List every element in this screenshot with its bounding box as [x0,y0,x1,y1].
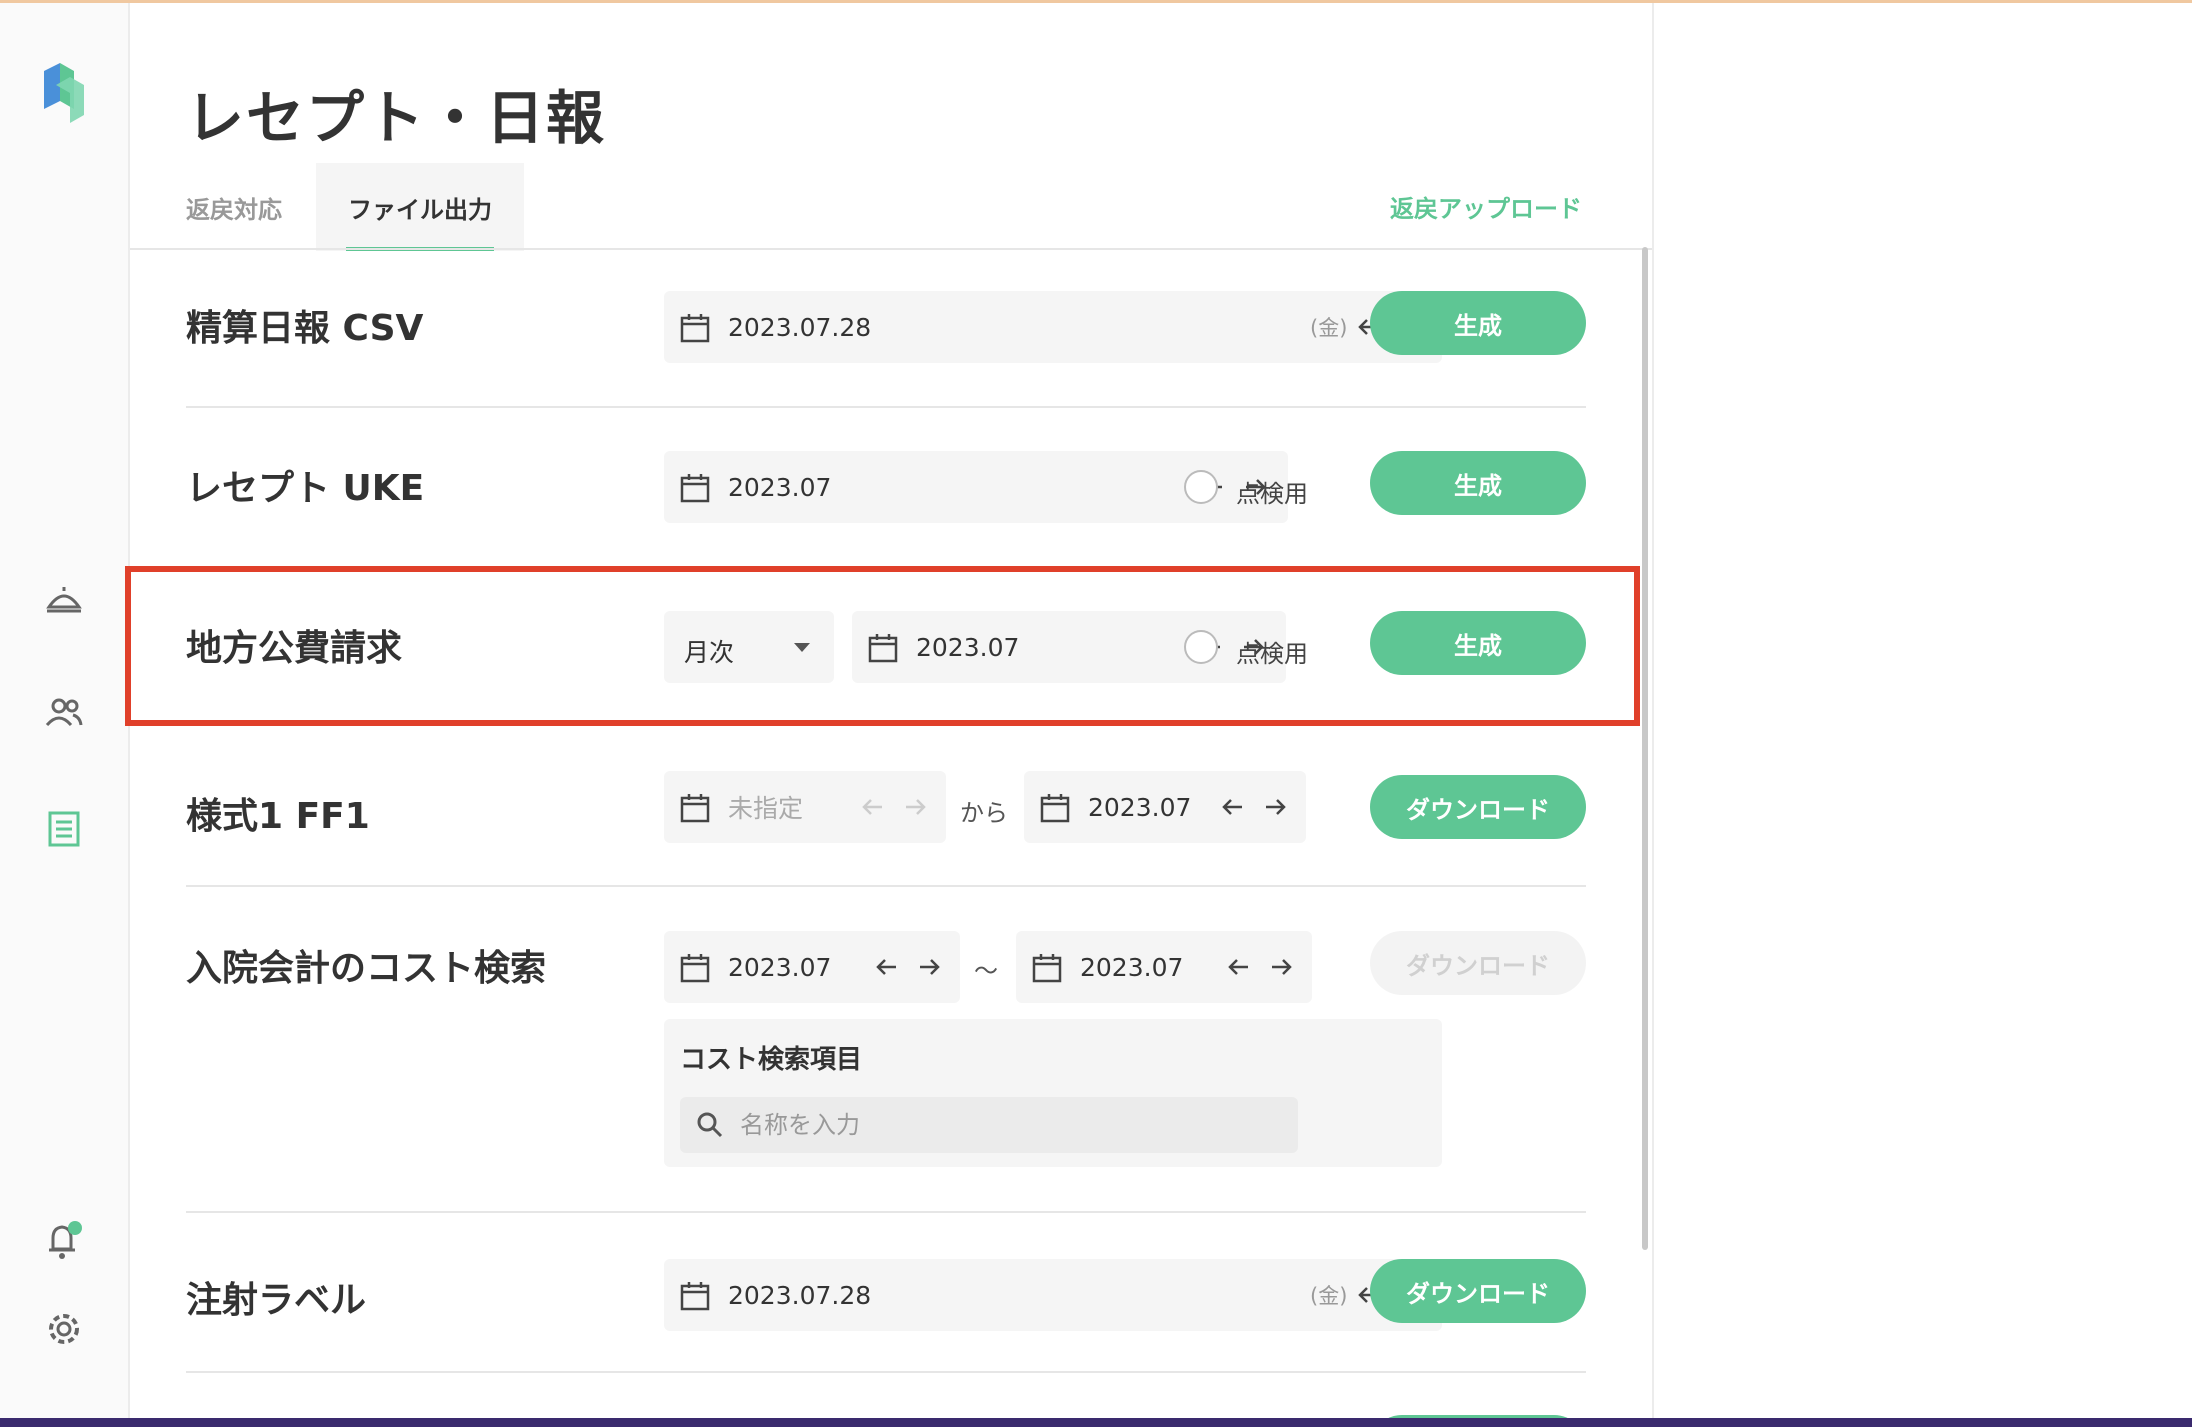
settings-icon[interactable] [42,1307,86,1351]
patients-icon[interactable] [42,691,86,735]
arrow-left-icon [862,799,882,815]
date-field-cost-to[interactable]: 2023.07 [1016,931,1312,1003]
row-divider [186,1211,1586,1213]
tab-label: ファイル出力 [348,195,492,224]
date-value: 2023.07 [728,952,832,982]
calendar-icon [680,474,710,503]
row-divider [186,406,1586,408]
weekday-label: (金) [1310,316,1348,340]
from-label: から [960,799,1008,827]
arrow-left-icon[interactable] [1226,954,1252,980]
arrow-right-icon[interactable] [1268,954,1294,980]
search-icon [697,1112,723,1138]
row-title-injection-label: 注射ラベル [186,1280,367,1321]
arrow-left-icon[interactable] [1220,794,1246,820]
cost-search-panel: コスト検索項目 [664,1019,1442,1167]
calendar-icon [680,954,710,983]
calendar-icon [680,1282,710,1311]
right-pane [1652,3,2192,1418]
arrow-left-icon[interactable] [874,954,900,980]
download-button-cost-search[interactable]: ダウンロード [1370,931,1586,995]
arrow-right-icon [906,799,926,815]
date-value: 2023.07 [1080,952,1184,982]
tab-bar: 返戻対応 ファイル出力 [186,163,524,251]
sidebar [0,3,130,1418]
row-title-daily-csv: 精算日報 CSV [186,308,424,349]
notification-icon[interactable] [42,1219,86,1263]
arrow-right-icon[interactable] [916,954,942,980]
date-field-cost-from[interactable]: 2023.07 [664,931,960,1003]
date-value: 2023.07 [1088,792,1192,822]
logo-icon[interactable] [44,61,84,123]
inspection-label: 点検用 [1236,480,1308,508]
date-field-daily-csv[interactable]: 2023.07.28 (金) [664,291,1442,363]
cost-items-label: コスト検索項目 [680,1045,863,1075]
tab-file-output[interactable]: ファイル出力 [316,163,524,251]
download-button-injection-label[interactable]: ダウンロード [1370,1259,1586,1323]
date-field-injection-label[interactable]: 2023.07.28 (金) [664,1259,1442,1331]
row-title-cost-search: 入院会計のコスト検索 [186,948,547,989]
row-title-receipt-uke: レセプト UKE [186,468,425,509]
return-upload-link[interactable]: 返戻アップロード [1390,189,1582,224]
date-field-ff1-from[interactable]: 未指定 [664,771,946,843]
calendar-icon [1032,954,1062,983]
download-button-ff1[interactable]: ダウンロード [1370,775,1586,839]
reception-bell-icon[interactable] [42,577,86,621]
calendar-icon [680,314,710,343]
row-title-ff1: 様式1 FF1 [186,796,370,837]
generate-button-receipt-uke[interactable]: 生成 [1370,451,1586,515]
vertical-scrollbar[interactable] [1642,247,1648,1250]
generate-button-daily-csv[interactable]: 生成 [1370,291,1586,355]
row-divider [186,885,1586,887]
range-separator: 〜 [974,957,998,985]
arrow-right-icon[interactable] [1262,794,1288,820]
receipt-icon[interactable] [42,807,86,851]
tab-label: 返戻対応 [186,195,282,224]
date-placeholder: 未指定 [728,794,804,823]
date-value: 2023.07.28 [728,312,872,342]
tab-returns[interactable]: 返戻対応 [186,163,316,251]
row-divider [186,1371,1586,1373]
date-field-ff1-to[interactable]: 2023.07 [1024,771,1306,843]
date-value: 2023.07.28 [728,1280,872,1310]
calendar-icon [1040,794,1070,823]
calendar-icon [680,794,710,823]
cost-search-box[interactable] [680,1097,1298,1153]
weekday-label: (金) [1310,1284,1348,1308]
inspection-radio[interactable] [1184,470,1218,504]
date-value: 2023.07 [728,472,832,502]
page-title: レセプト・日報 [186,84,607,152]
tab-divider [130,248,1652,250]
cost-search-input[interactable] [740,1107,1280,1143]
window-bottom-bar [0,1418,2192,1427]
highlight-box [125,566,1640,726]
